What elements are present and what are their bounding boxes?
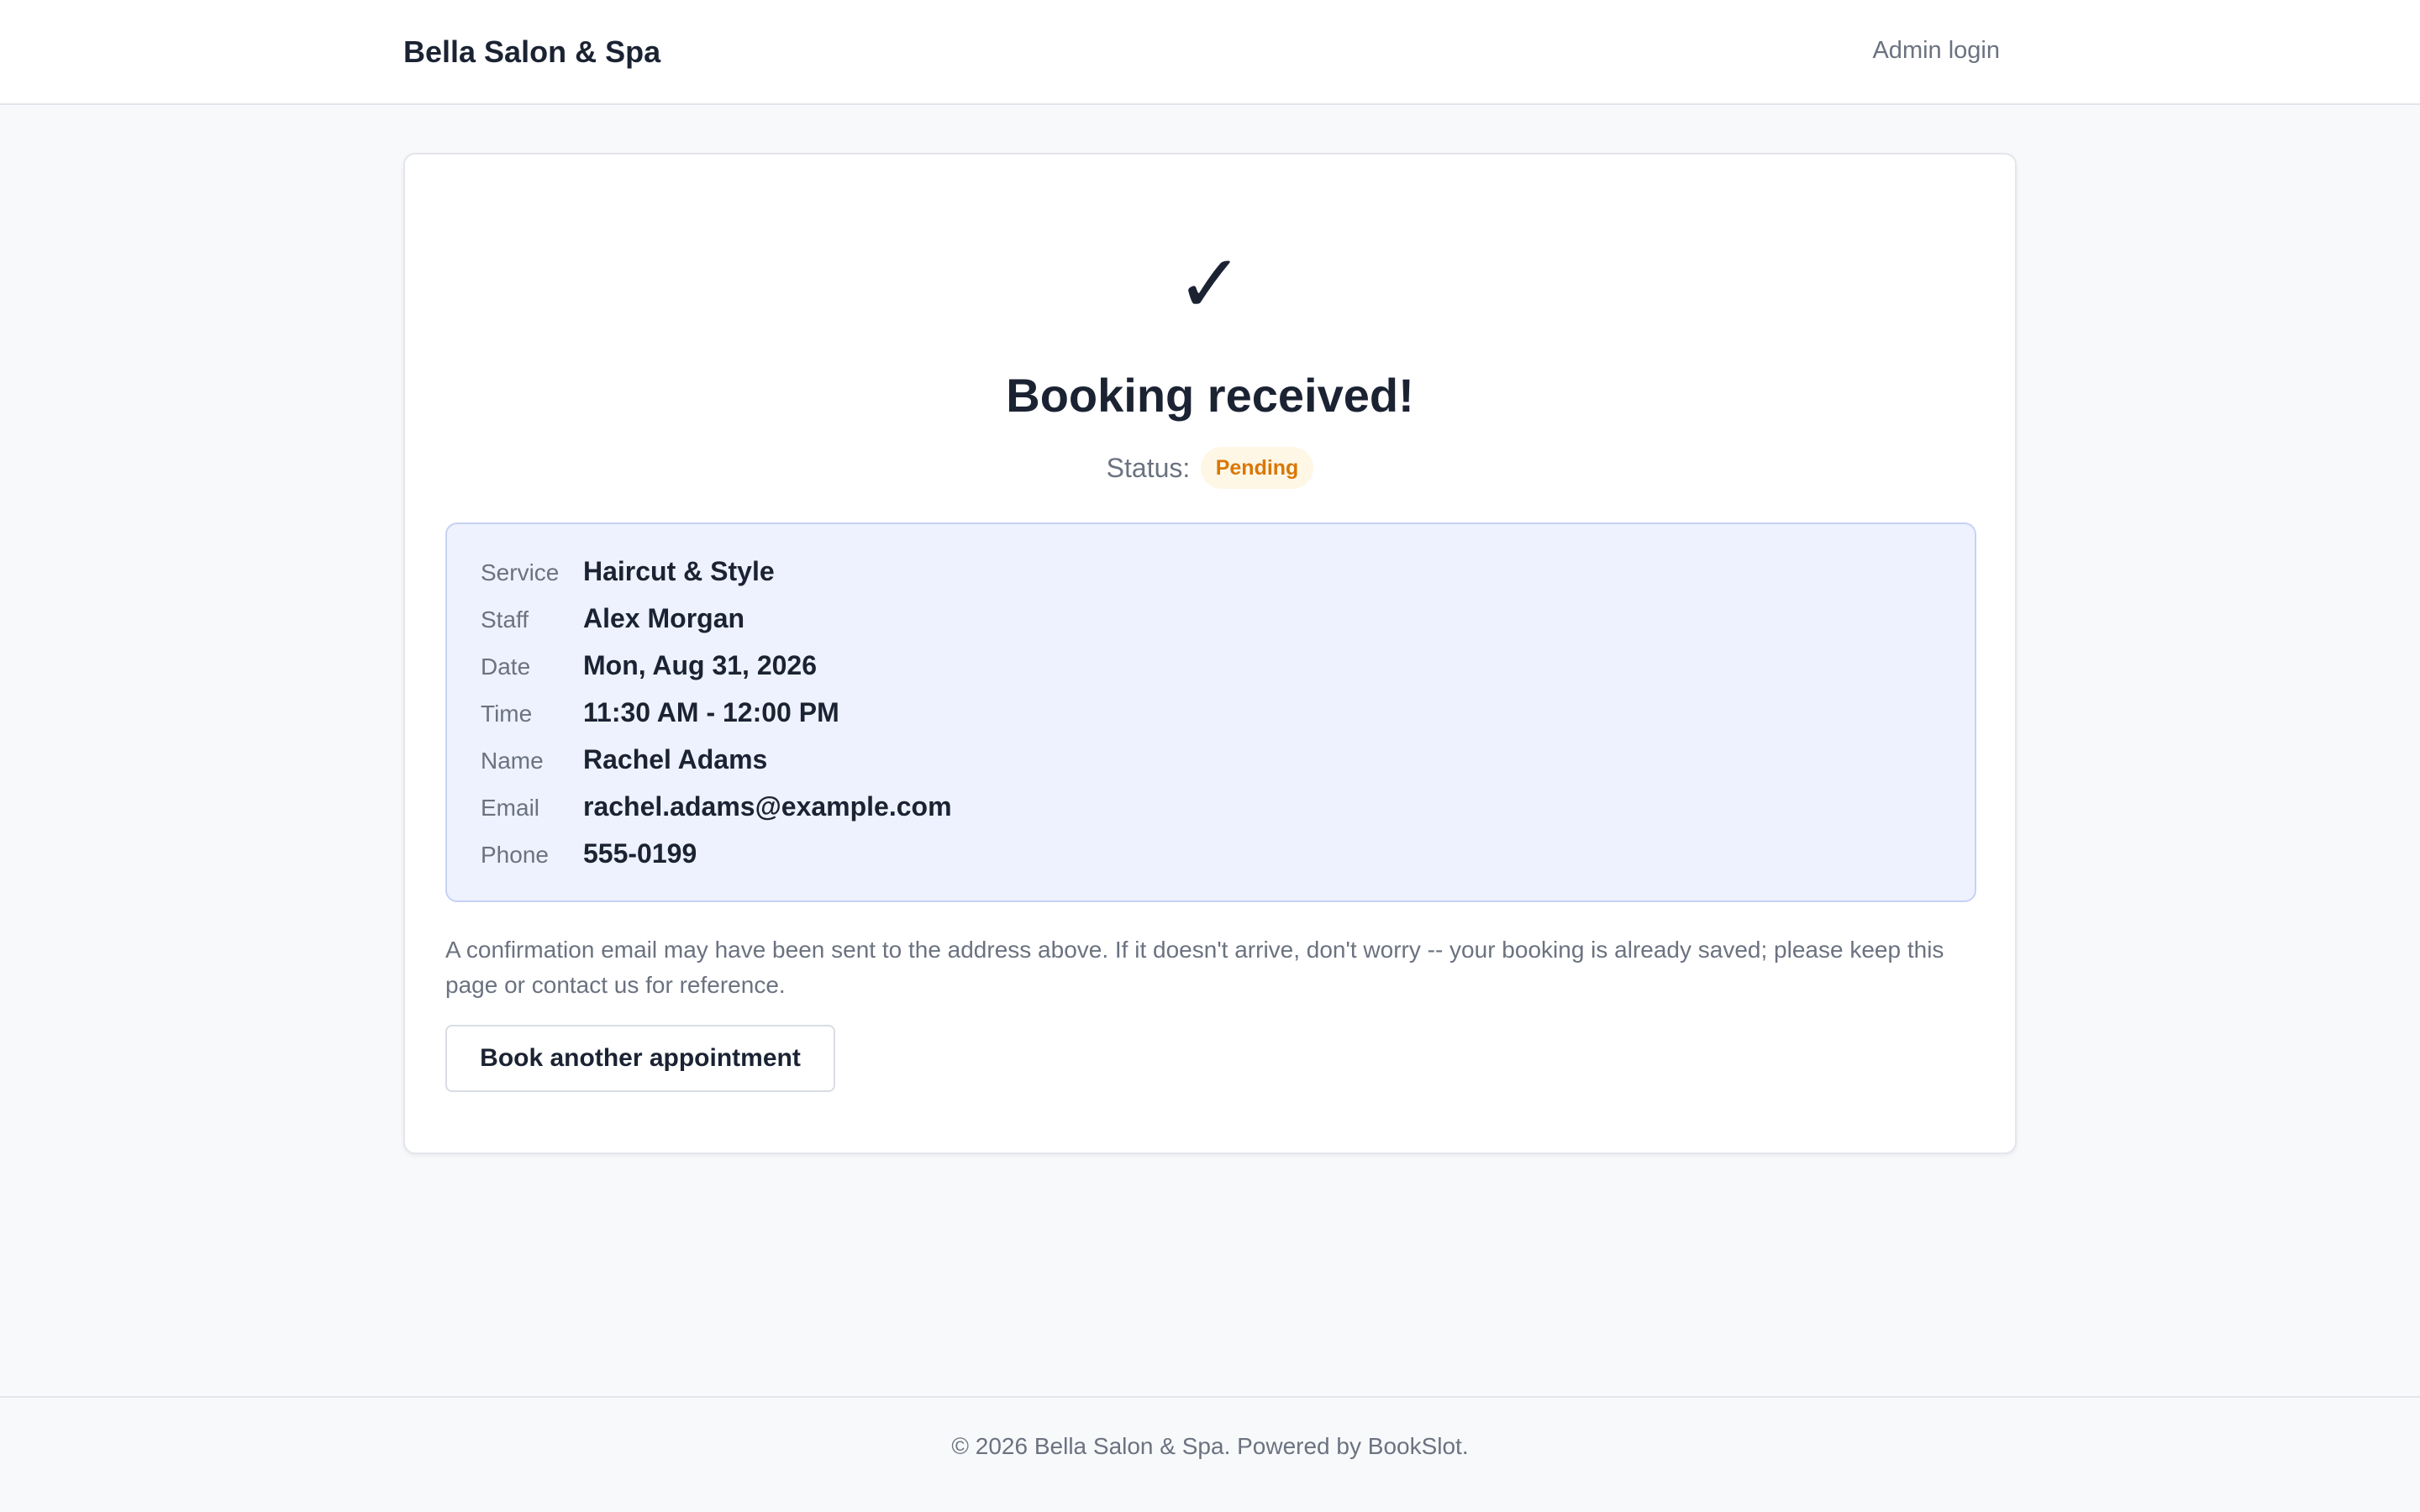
status-row: Status: Pending	[405, 447, 2015, 489]
detail-label: Staff	[481, 606, 529, 633]
admin-login-link[interactable]: Admin login	[1872, 34, 2000, 67]
detail-row-staff: Staff Alex Morgan	[481, 595, 1941, 642]
detail-value: Rachel Adams	[583, 744, 768, 774]
detail-row-name: Name Rachel Adams	[481, 736, 1941, 783]
booking-confirmation-card: ✓ Booking received! Status: Pending Serv…	[403, 153, 2017, 1154]
detail-value: Haircut & Style	[583, 556, 775, 586]
booking-details: Service Haircut & Style Staff Alex Morga…	[445, 522, 1976, 902]
checkmark-icon: ✓	[1176, 239, 1244, 329]
detail-row-phone: Phone 555-0199	[481, 830, 1941, 877]
status-label: Status:	[1106, 453, 1191, 483]
page-title: Booking received!	[1006, 369, 1414, 422]
detail-label: Email	[481, 795, 540, 821]
detail-value: rachel.adams@example.com	[583, 791, 952, 822]
status-badge: Pending	[1200, 447, 1314, 489]
detail-value: Alex Morgan	[583, 603, 745, 633]
detail-value: Mon, Aug 31, 2026	[583, 650, 817, 680]
confirmation-note: A confirmation email may have been sent …	[445, 937, 1944, 998]
detail-row-date: Date Mon, Aug 31, 2026	[481, 642, 1941, 689]
brand-name: Bella Salon & Spa	[403, 34, 661, 69]
detail-label: Date	[481, 654, 531, 680]
detail-label: Time	[481, 701, 533, 727]
book-another-button[interactable]: Book another appointment	[445, 1025, 835, 1092]
detail-value: 11:30 AM - 12:00 PM	[583, 697, 839, 727]
detail-row-service: Service Haircut & Style	[481, 548, 1941, 595]
detail-value: 555-0199	[583, 838, 697, 869]
detail-label: Service	[481, 559, 560, 585]
detail-label: Phone	[481, 842, 549, 868]
detail-row-email: Email rachel.adams@example.com	[481, 783, 1941, 830]
footer-text: © 2026 Bella Salon & Spa. Powered by Boo…	[951, 1433, 1469, 1459]
detail-row-time: Time 11:30 AM - 12:00 PM	[481, 689, 1941, 736]
site-footer: © 2026 Bella Salon & Spa. Powered by Boo…	[0, 1396, 2420, 1512]
site-header: Bella Salon & Spa Admin login	[0, 0, 2420, 105]
detail-label: Name	[481, 748, 544, 774]
